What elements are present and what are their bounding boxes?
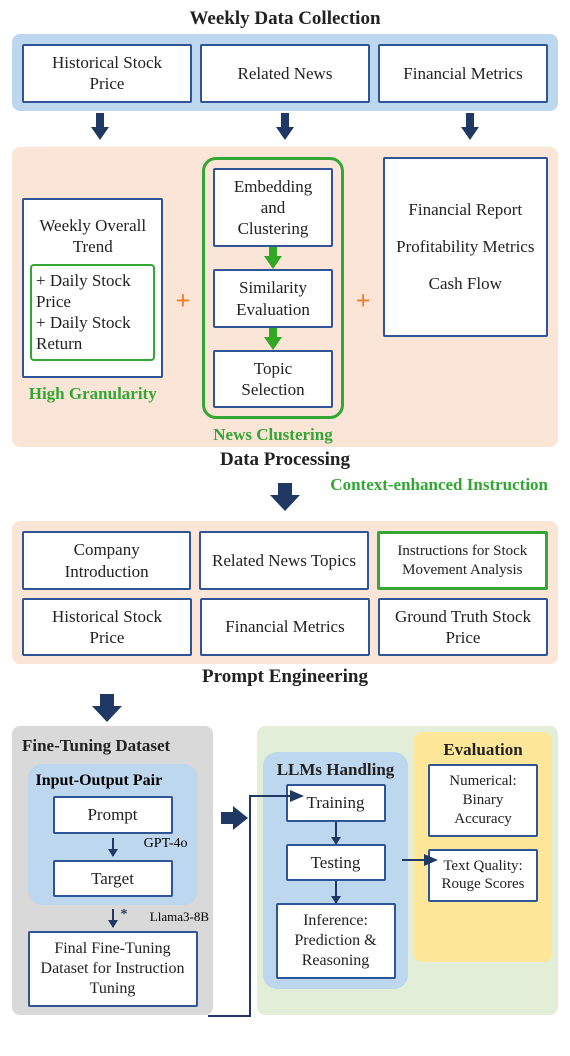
label-weekly-trend: Weekly Overall Trend [30,215,155,258]
cluster-news: Embedding and Clustering Similarity Eval… [202,157,343,420]
label-high-granularity: High Granularity [29,384,157,404]
box-company-intro: Company Introduction [22,531,191,590]
box-fin-metrics: Financial Metrics [378,44,548,103]
box-instructions: Instructions for Stock Movement Analysis [377,531,548,590]
bottom-row: Fine-Tuning Dataset Input-Output Pair Pr… [12,726,558,1015]
panel-evaluation: Evaluation Numerical: Binary Accuracy Te… [414,732,552,962]
box-sim-eval: Similarity Evaluation [213,269,332,328]
plus-icon: + [171,286,194,316]
box-testing: Testing [286,844,386,881]
box-prompt: Prompt [53,796,173,833]
panel-llm-handling: LLMs Handling Training Testing Inference… [263,752,408,989]
panel-input-output: Input-Output Pair Prompt GPT-4o Target [28,764,198,905]
box-target: Target [53,860,173,897]
label-cash-flow: Cash Flow [429,273,502,294]
arrow-down-icon [276,113,294,141]
arrow-down-icon [335,822,337,844]
box-eval-numerical: Numerical: Binary Accuracy [428,764,538,836]
box-eval-text: Text Quality: Rouge Scores [428,849,538,903]
box-fin-metrics2: Financial Metrics [200,598,370,657]
arrow-down-icon [92,694,122,724]
section-title-prompt-eng: Prompt Engineering [202,666,368,688]
box-related-topics: Related News Topics [199,531,368,590]
section-title-collection: Weekly Data Collection [189,8,380,30]
label-news-clustering: News Clustering [213,425,332,445]
box-hist-price2: Historical Stock Price [22,598,192,657]
arrow-down-icon [112,838,114,856]
title-llm-handling: LLMs Handling [277,760,395,780]
label-llama: Llama3-8B [150,909,209,925]
arrow-down-icon [91,113,109,141]
plus-icon: + [352,286,375,316]
label-prof-metrics: Profitability Metrics [396,236,534,257]
panel-collection: Historical Stock Price Related News Fina… [12,34,558,111]
label-fin-report: Financial Report [408,199,522,220]
box-hist-price: Historical Stock Price [22,44,192,103]
arrow-down-icon [461,113,479,141]
box-inference: Inference: Prediction & Reasoning [276,903,396,979]
panel-green-wrap: LLMs Handling Training Testing Inference… [257,726,558,1015]
section-title-data-processing: Data Processing [220,449,350,471]
panel-data-processing: Weekly Overall Trend + Daily Stock Price… [12,147,558,448]
title-fine-tuning: Fine-Tuning Dataset [22,736,170,756]
arrow-down-icon [264,247,282,269]
title-input-output: Input-Output Pair [36,772,163,790]
label-daily-price: + Daily Stock Price [36,270,149,313]
highlight-granularity: + Daily Stock Price + Daily Stock Return [30,264,155,361]
box-weekly-trend: Weekly Overall Trend + Daily Stock Price… [22,198,163,378]
label-gpt: GPT-4o [144,836,188,852]
box-training: Training [286,784,386,821]
arrow-down-icon [270,483,300,513]
box-topic-sel: Topic Selection [213,350,332,409]
label-context-enhanced: Context-enhanced Instruction [330,475,548,495]
box-final-ft: Final Fine-Tuning Dataset for Instructio… [28,931,198,1007]
label-daily-return: + Daily Stock Return [36,312,149,355]
box-gt-stock: Ground Truth Stock Price [378,598,548,657]
box-fin-right: Financial Report Profitability Metrics C… [383,157,548,337]
star-icon: * [121,907,128,923]
arrow-down-icon [264,328,282,350]
title-evaluation: Evaluation [443,740,522,760]
arrow-down-icon [112,909,114,927]
box-related-news: Related News [200,44,370,103]
panel-prompt-eng: Company Introduction Related News Topics… [12,521,558,664]
arrow-down-icon [335,881,337,903]
arrow-right-icon [221,806,249,830]
box-embed: Embedding and Clustering [213,168,332,248]
panel-fine-tuning: Fine-Tuning Dataset Input-Output Pair Pr… [12,726,213,1015]
